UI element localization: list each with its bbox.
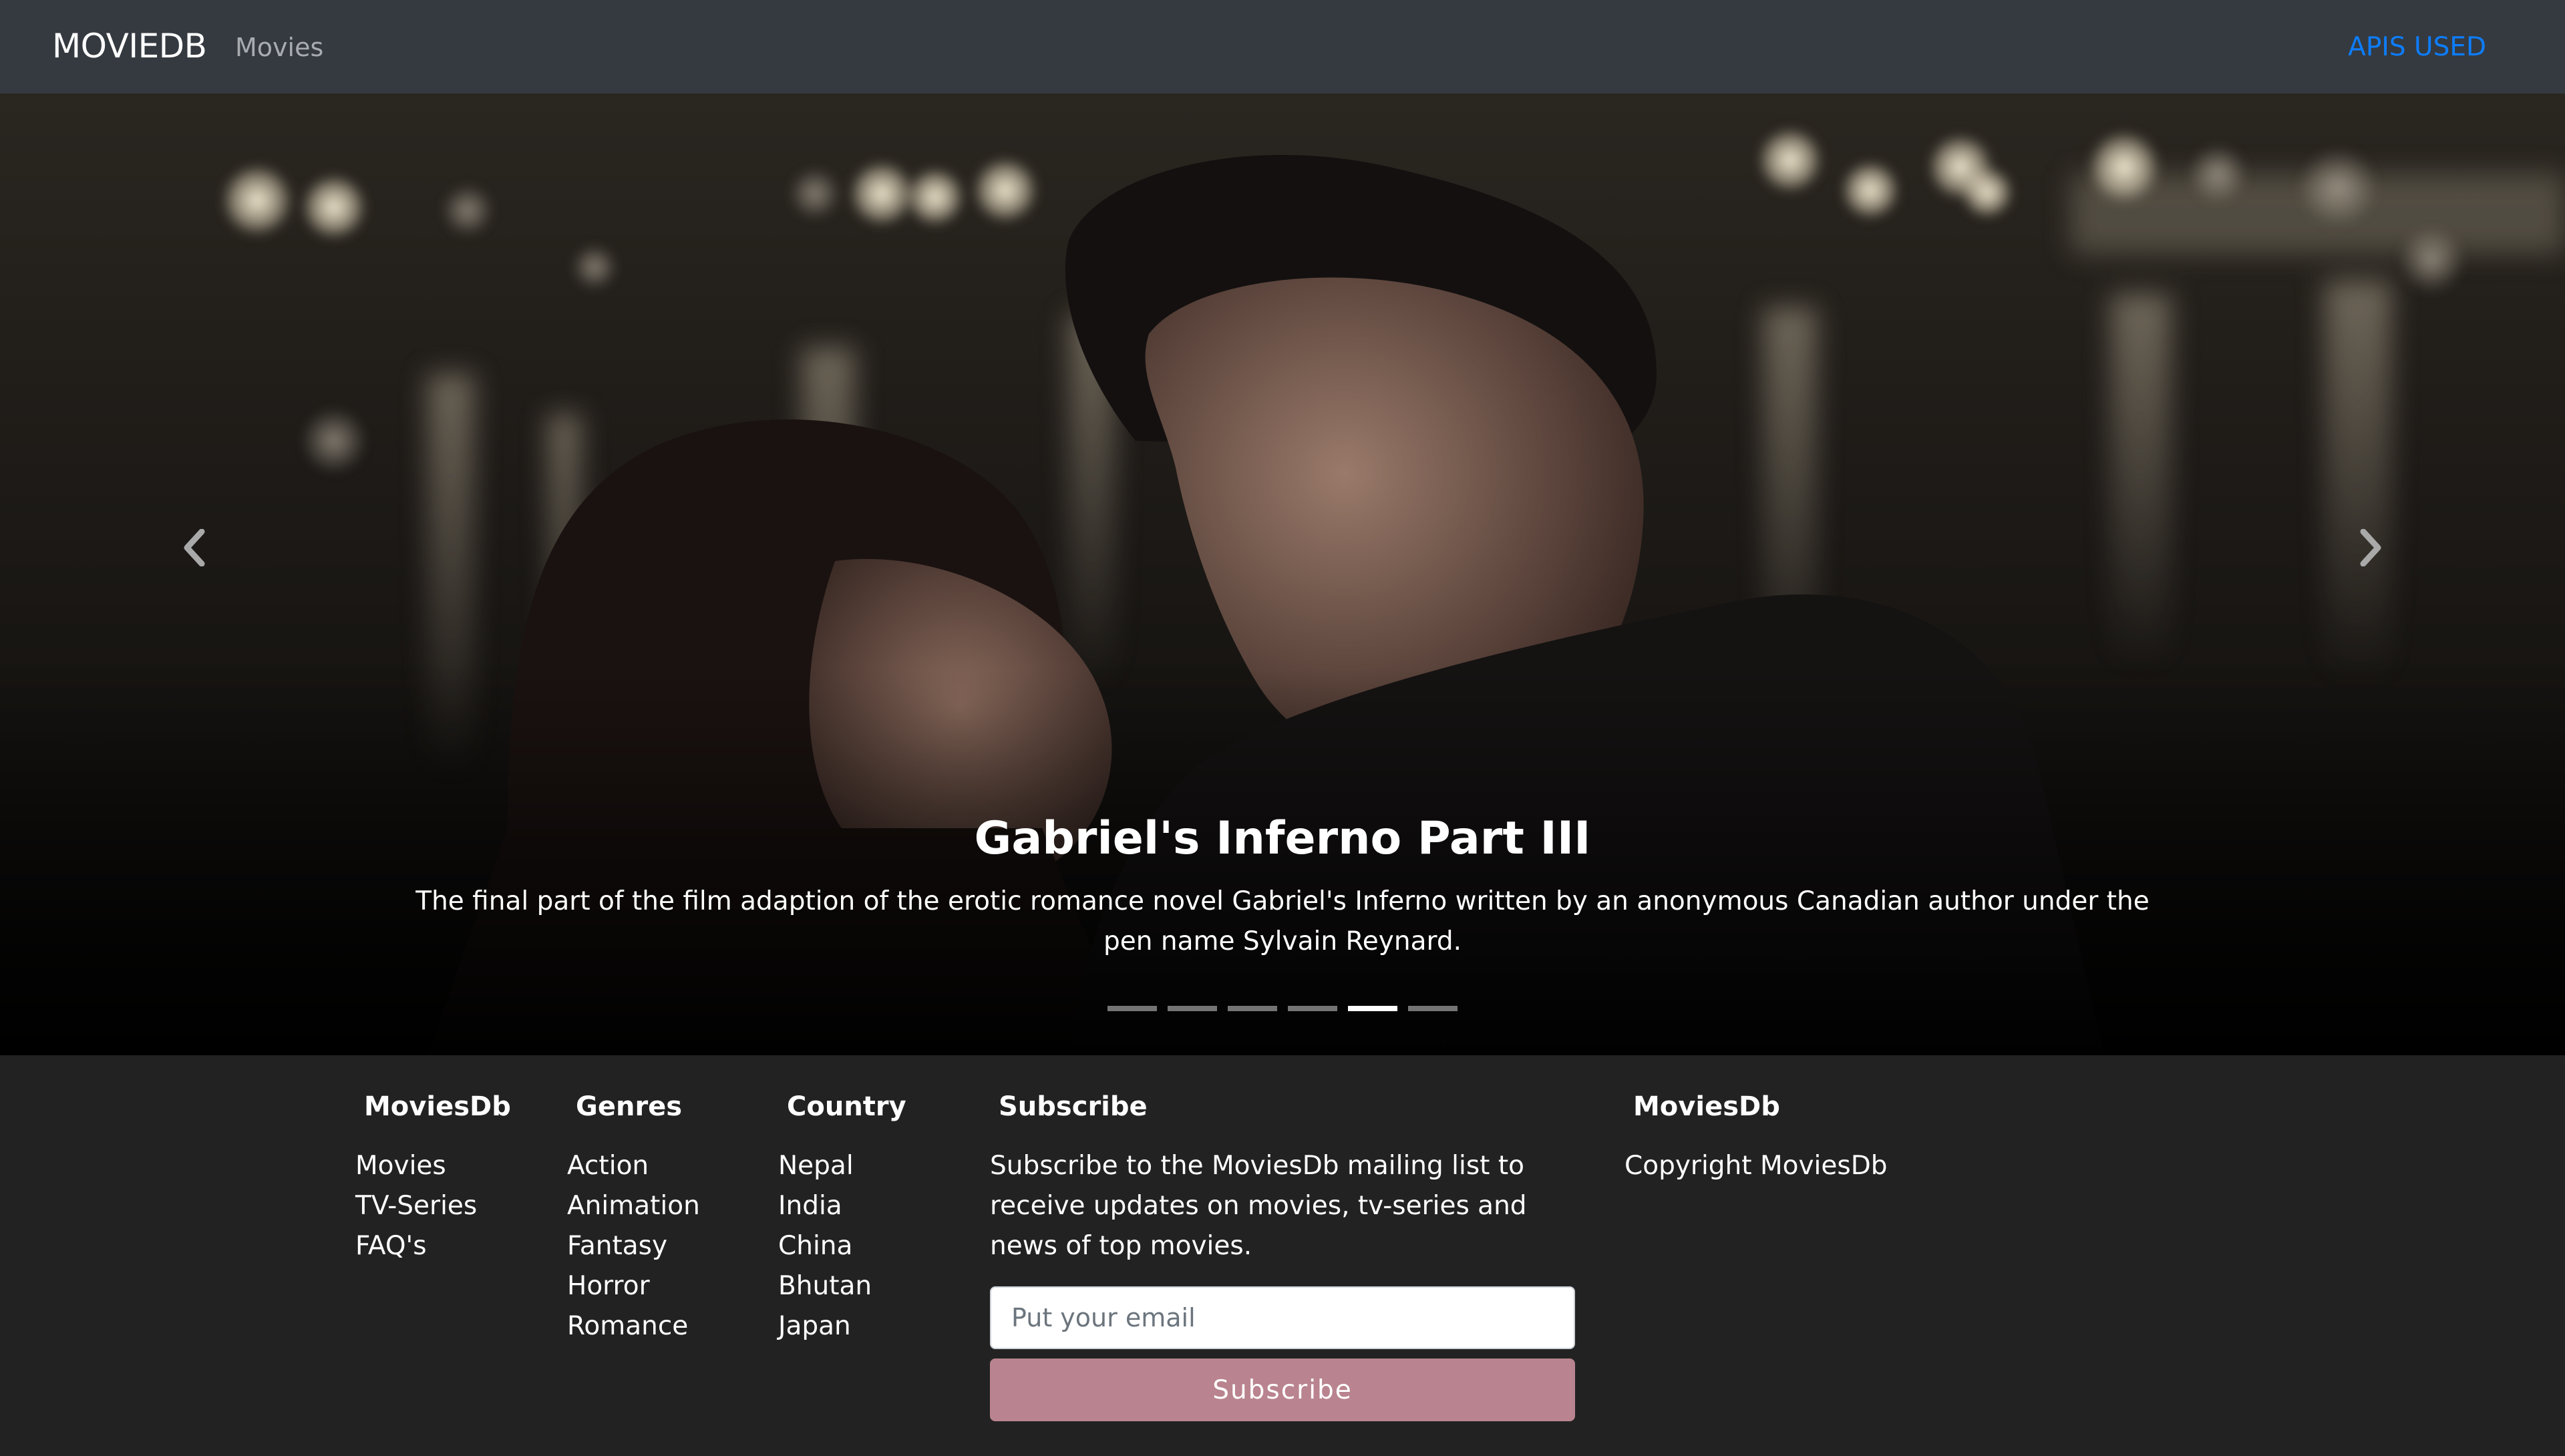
carousel-indicator-3[interactable] bbox=[1228, 1006, 1277, 1011]
footer-link-movies[interactable]: Movies bbox=[355, 1146, 511, 1186]
footer-link-nepal[interactable]: Nepal bbox=[778, 1146, 906, 1186]
footer-column-moviesdb: MoviesDb Movies TV-Series FAQ's bbox=[355, 1089, 511, 1266]
copyright-text: Copyright MoviesDb bbox=[1624, 1151, 1888, 1181]
brand-logo[interactable]: MOVIEDB bbox=[52, 27, 207, 65]
footer-link-animation[interactable]: Animation bbox=[567, 1186, 700, 1226]
footer-link-fantasy[interactable]: Fantasy bbox=[567, 1226, 700, 1266]
chevron-right-icon bbox=[2360, 529, 2381, 566]
footer-column-subscribe: Subscribe Subscribe to the MoviesDb mail… bbox=[990, 1089, 1591, 1421]
nav-link-movies[interactable]: Movies bbox=[235, 33, 323, 62]
footer-link-india[interactable]: India bbox=[778, 1186, 906, 1226]
carousel-indicator-1[interactable] bbox=[1107, 1006, 1157, 1011]
footer-links-genres: Action Animation Fantasy Horror Romance bbox=[567, 1146, 700, 1346]
footer-heading-genres: Genres bbox=[576, 1091, 683, 1122]
hero-carousel: Gabriel's Inferno Part III The final par… bbox=[0, 94, 2565, 1055]
footer-link-tv-series[interactable]: TV-Series bbox=[355, 1186, 511, 1226]
carousel-caption-title: Gabriel's Inferno Part III bbox=[974, 812, 1591, 865]
footer-column-country: Country Nepal India China Bhutan Japan bbox=[778, 1089, 906, 1346]
carousel-indicator-6[interactable] bbox=[1408, 1006, 1458, 1011]
carousel-prev-button[interactable] bbox=[160, 508, 227, 588]
footer-column-genres: Genres Action Animation Fantasy Horror R… bbox=[567, 1089, 700, 1346]
footer-link-japan[interactable]: Japan bbox=[778, 1306, 906, 1346]
carousel-caption-description: The final part of the film adaption of t… bbox=[415, 886, 2150, 956]
navbar: MOVIEDB Movies APIS USED bbox=[0, 0, 2565, 94]
footer-heading-moviesdb-2: MoviesDb bbox=[1633, 1091, 1780, 1122]
nav-link-apis-used[interactable]: APIS USED bbox=[2348, 32, 2486, 62]
footer-heading-subscribe: Subscribe bbox=[999, 1091, 1148, 1122]
footer-heading-country: Country bbox=[787, 1091, 906, 1122]
footer-link-faqs[interactable]: FAQ's bbox=[355, 1226, 511, 1266]
footer-column-copyright: MoviesDb Copyright MoviesDb bbox=[1624, 1089, 2226, 1186]
footer-links-moviesdb: Movies TV-Series FAQ's bbox=[355, 1146, 511, 1266]
footer-link-bhutan[interactable]: Bhutan bbox=[778, 1266, 906, 1306]
subscribe-button[interactable]: Subscribe bbox=[990, 1358, 1575, 1421]
footer-link-romance[interactable]: Romance bbox=[567, 1306, 700, 1346]
carousel-next-button[interactable] bbox=[2338, 508, 2405, 588]
footer-heading-moviesdb: MoviesDb bbox=[364, 1091, 511, 1122]
footer-links-country: Nepal India China Bhutan Japan bbox=[778, 1146, 906, 1346]
chevron-left-icon bbox=[184, 529, 205, 566]
carousel-indicator-4[interactable] bbox=[1288, 1006, 1337, 1011]
carousel-indicators bbox=[0, 1006, 2565, 1011]
footer-link-horror[interactable]: Horror bbox=[567, 1266, 700, 1306]
carousel-indicator-5[interactable] bbox=[1348, 1006, 1397, 1011]
footer-link-china[interactable]: China bbox=[778, 1226, 906, 1266]
footer: MoviesDb Movies TV-Series FAQ's Genres A… bbox=[0, 1055, 2565, 1456]
carousel-indicator-2[interactable] bbox=[1168, 1006, 1217, 1011]
email-input[interactable] bbox=[990, 1286, 1575, 1349]
subscribe-description: Subscribe to the MoviesDb mailing list t… bbox=[990, 1151, 1527, 1261]
footer-link-action[interactable]: Action bbox=[567, 1146, 700, 1186]
